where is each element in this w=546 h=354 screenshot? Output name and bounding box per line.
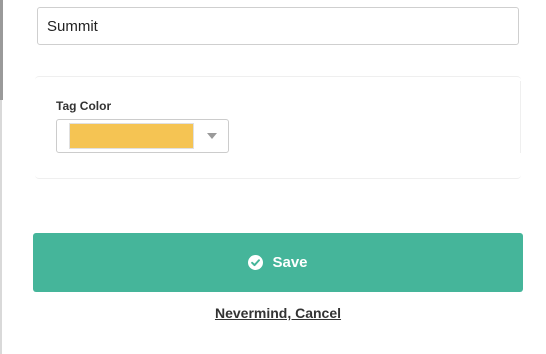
cancel-link[interactable]: Nevermind, Cancel <box>0 305 546 321</box>
chevron-down-icon <box>207 133 217 139</box>
color-swatch <box>69 123 194 149</box>
save-button[interactable]: Save <box>33 233 523 292</box>
tag-color-select[interactable] <box>56 119 229 153</box>
save-button-label: Save <box>272 254 308 271</box>
tag-name-input[interactable] <box>37 7 519 45</box>
tag-color-label: Tag Color <box>56 99 112 113</box>
check-circle-icon <box>248 255 264 270</box>
modal-backdrop-edge <box>0 0 3 100</box>
panel-divider <box>520 81 521 153</box>
tag-color-panel: Tag Color <box>35 76 521 179</box>
